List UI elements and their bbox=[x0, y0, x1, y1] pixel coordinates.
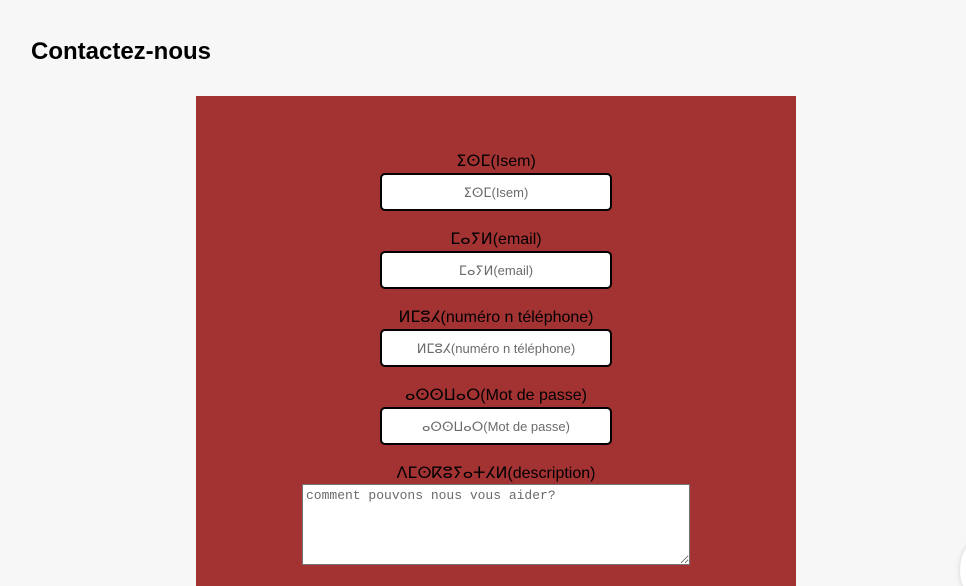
description-label: ⴷⵎⵙⴽⵓⵢⴰⵜⵃⵍ(description) bbox=[396, 465, 596, 482]
floating-action-button[interactable] bbox=[960, 540, 966, 586]
description-textarea[interactable] bbox=[302, 484, 690, 565]
email-input[interactable] bbox=[380, 251, 612, 289]
password-label: ⴰⵙⵙⵡⴰⵔ(Mot de passe) bbox=[404, 387, 588, 404]
name-label: ⵉⵙⵎ(Isem) bbox=[456, 153, 536, 170]
password-input[interactable] bbox=[380, 407, 612, 445]
page-title: Contactez-nous bbox=[31, 38, 211, 65]
email-label: ⵎⴰⵢⵍ(email) bbox=[450, 231, 542, 248]
contact-form: ⵉⵙⵎ(Isem) ⵎⴰⵢⵍ(email) ⵍⵎⵓⵃ(numéro n télé… bbox=[196, 96, 796, 586]
name-input[interactable] bbox=[380, 173, 612, 211]
contact-page: Contactez-nous ⵉⵙⵎ(Isem) ⵎⴰⵢⵍ(email) ⵍⵎⵓ… bbox=[0, 0, 966, 586]
phone-input[interactable] bbox=[380, 329, 612, 367]
phone-label: ⵍⵎⵓⵃ(numéro n téléphone) bbox=[398, 309, 594, 326]
